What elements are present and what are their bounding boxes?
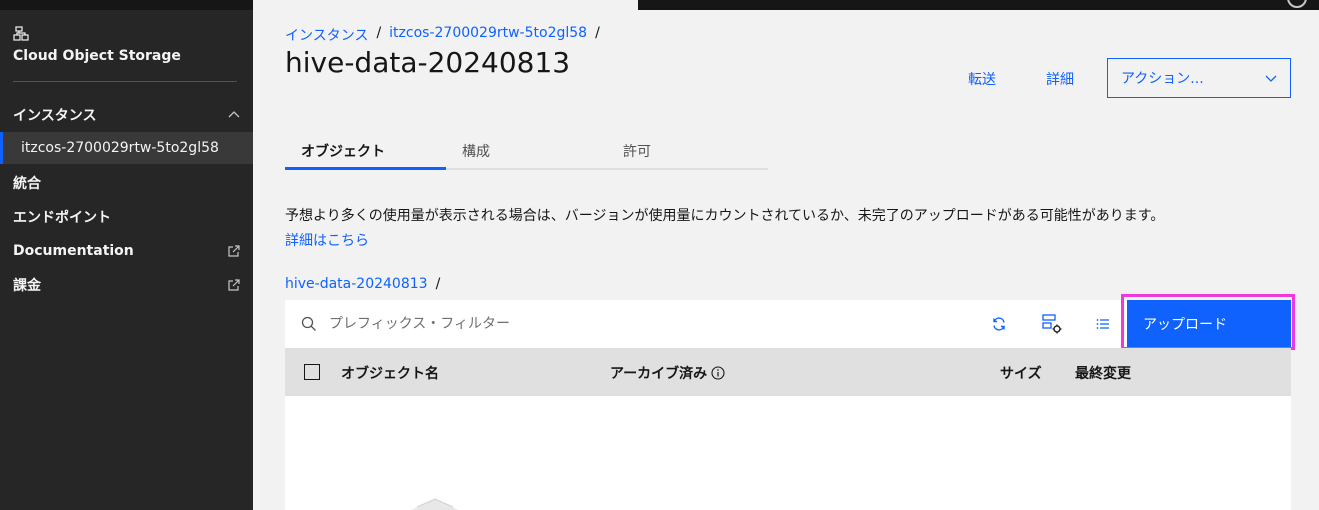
info-icon[interactable]: [711, 366, 725, 380]
path-separator: /: [435, 276, 441, 292]
actions-dropdown[interactable]: アクション...: [1107, 58, 1291, 98]
empty-state-illustration: [411, 498, 459, 510]
service-title: Cloud Object Storage: [13, 48, 181, 64]
sidebar-item-endpoints[interactable]: エンドポイント: [0, 201, 253, 233]
list-view-button[interactable]: [1087, 308, 1119, 340]
sidebar-item-label: itzcos-2700029rtw-5to2gl58: [21, 140, 219, 156]
sidebar-item-label: 課金: [13, 278, 41, 294]
refresh-button[interactable]: [983, 308, 1015, 340]
breadcrumb: インスタンス / itzcos-2700029rtw-5to2gl58 /: [285, 25, 600, 45]
bucket-path-link[interactable]: hive-data-20240813: [285, 276, 428, 292]
object-storage-icon: [13, 26, 29, 41]
top-strip: [0, 0, 1319, 10]
top-strip-gap: [253, 0, 638, 10]
upload-button[interactable]: アップロード: [1127, 300, 1291, 348]
sidebar-item-billing[interactable]: 課金: [0, 269, 253, 301]
tab-objects[interactable]: オブジェクト: [285, 134, 446, 170]
learn-more-link[interactable]: 詳細はこちら: [285, 230, 369, 250]
sidebar-item-label: Documentation: [13, 243, 134, 259]
sidebar-item-label: インスタンス: [13, 108, 97, 124]
column-object-name[interactable]: オブジェクト名: [341, 363, 439, 383]
breadcrumb-instances-link[interactable]: インスタンス: [285, 25, 368, 45]
column-size[interactable]: サイズ: [1000, 363, 1042, 383]
breadcrumb-separator: /: [376, 25, 382, 41]
sidebar-item-integrations[interactable]: 統合: [0, 167, 253, 199]
breadcrumb-instance-link[interactable]: itzcos-2700029rtw-5to2gl58: [389, 25, 587, 45]
view-settings-button[interactable]: [1036, 308, 1068, 340]
column-archived-label: アーカイブ済み: [610, 366, 708, 382]
search-icon: [301, 316, 316, 331]
chevron-down-icon: [1265, 75, 1277, 82]
select-all-checkbox[interactable]: [304, 364, 320, 380]
sidebar-divider: [13, 81, 237, 82]
sidebar-item-label: エンドポイント: [13, 210, 111, 226]
chevron-up-icon: [228, 111, 240, 118]
profile-icon[interactable]: [1287, 0, 1307, 8]
actions-dropdown-label: アクション...: [1121, 71, 1204, 87]
transfer-link[interactable]: 転送: [968, 69, 996, 89]
sidebar-item-label: 統合: [13, 176, 41, 192]
refresh-icon: [993, 317, 1005, 331]
sidebar-item-selected-instance[interactable]: itzcos-2700029rtw-5to2gl58: [0, 132, 253, 164]
table-body-empty: [285, 396, 1291, 510]
settings-flow-icon: [1042, 314, 1062, 334]
main-content: インスタンス / itzcos-2700029rtw-5to2gl58 / hi…: [253, 10, 1319, 510]
tab-list: オブジェクト 構成 許可: [285, 134, 768, 170]
external-link-icon: [228, 245, 240, 257]
list-icon: [1096, 319, 1109, 329]
breadcrumb-separator: /: [595, 25, 600, 41]
sidebar-item-documentation[interactable]: Documentation: [0, 235, 253, 267]
object-toolbar: アップロード: [285, 294, 1295, 350]
column-last-modified[interactable]: 最終変更: [1075, 363, 1131, 383]
tab-configuration[interactable]: 構成: [446, 134, 607, 170]
sidebar-item-instances[interactable]: インスタンス: [0, 99, 253, 131]
object-path: hive-data-20240813 /: [285, 276, 440, 292]
prefix-filter-input[interactable]: [329, 312, 829, 336]
column-archived: アーカイブ済み: [610, 363, 725, 383]
page-title: hive-data-20240813: [285, 46, 571, 79]
usage-notice: 予想より多くの使用量が表示される場合は、バージョンが使用量にカウントされているか…: [285, 208, 1165, 224]
external-link-icon: [228, 279, 240, 291]
tab-permissions[interactable]: 許可: [607, 134, 768, 170]
sidebar: Cloud Object Storage インスタンス itzcos-27000…: [0, 10, 253, 510]
details-link[interactable]: 詳細: [1046, 69, 1074, 89]
table-header: オブジェクト名 アーカイブ済み サイズ 最終変更: [285, 348, 1291, 396]
